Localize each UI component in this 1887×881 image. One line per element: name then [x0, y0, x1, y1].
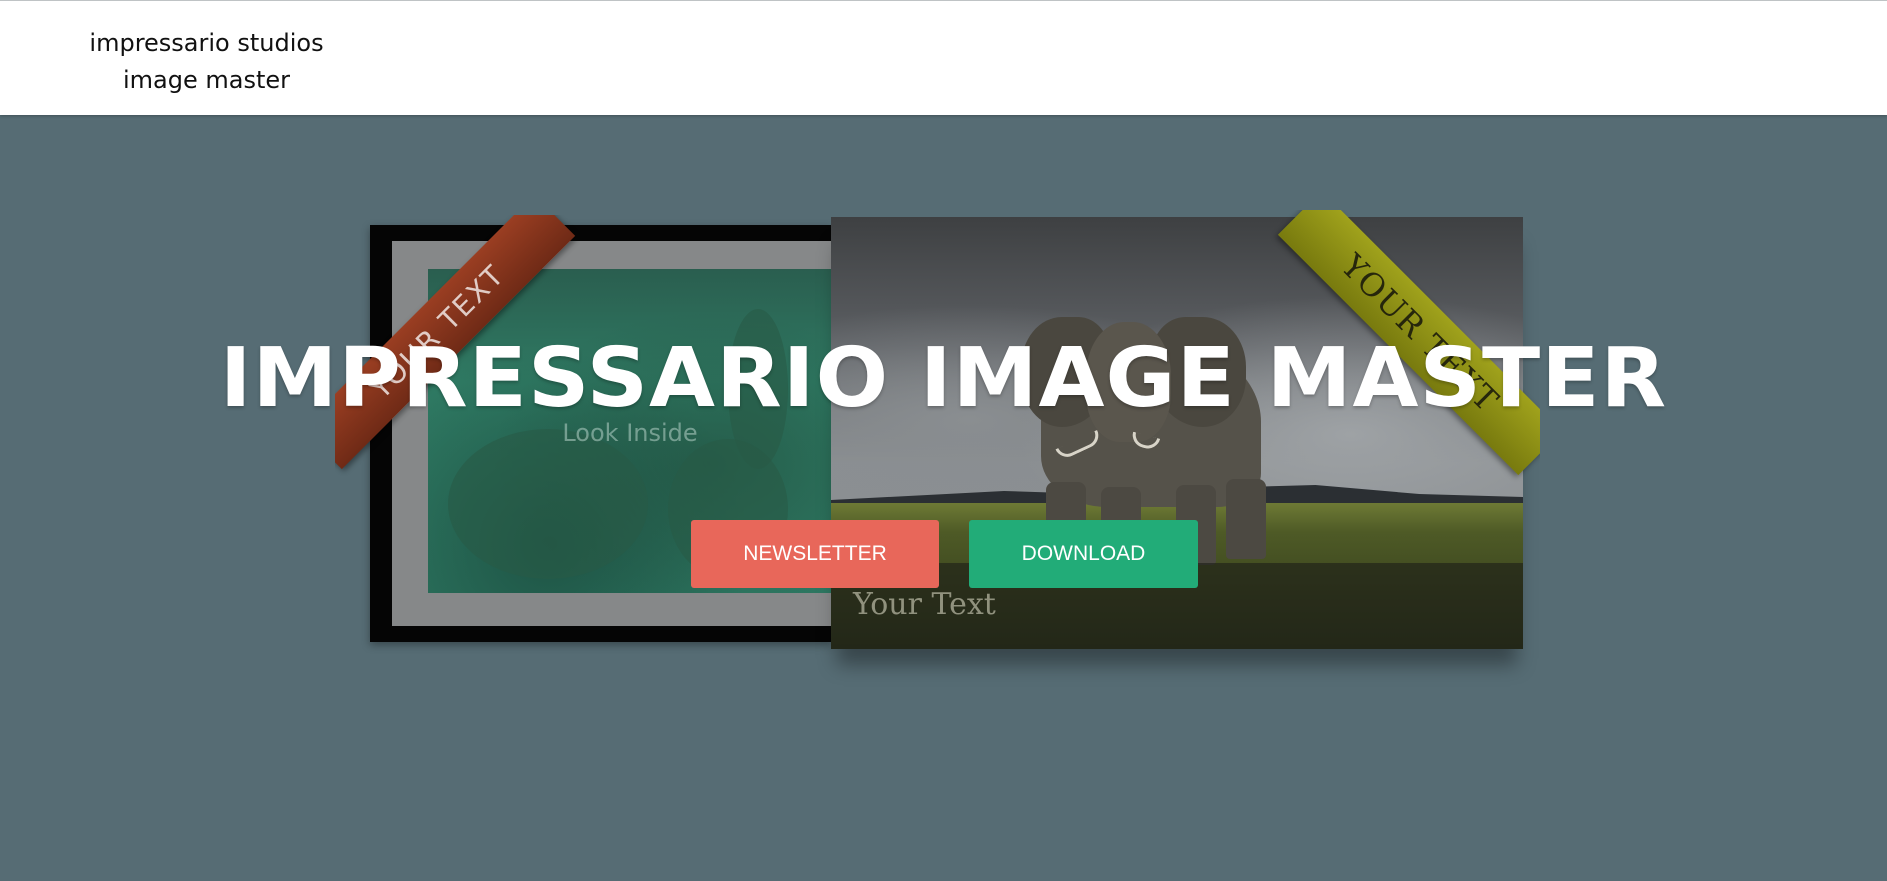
newsletter-button[interactable]: NEWSLETTER — [691, 520, 939, 588]
download-button[interactable]: DOWNLOAD — [969, 520, 1198, 588]
hero-headline: IMPRESSARIO IMAGE MASTER — [219, 331, 1668, 426]
site-header: impressario studios image master — [0, 0, 1887, 115]
brand-tagline: image master — [122, 66, 290, 94]
brand-logo[interactable]: impressario studios image master — [60, 25, 353, 99]
hero-section: Look Inside YOUR TEXT Your Text YOUR TEX… — [0, 115, 1887, 881]
elephant-caption: Your Text — [853, 587, 996, 622]
brand-name: impressario studios — [89, 29, 324, 57]
